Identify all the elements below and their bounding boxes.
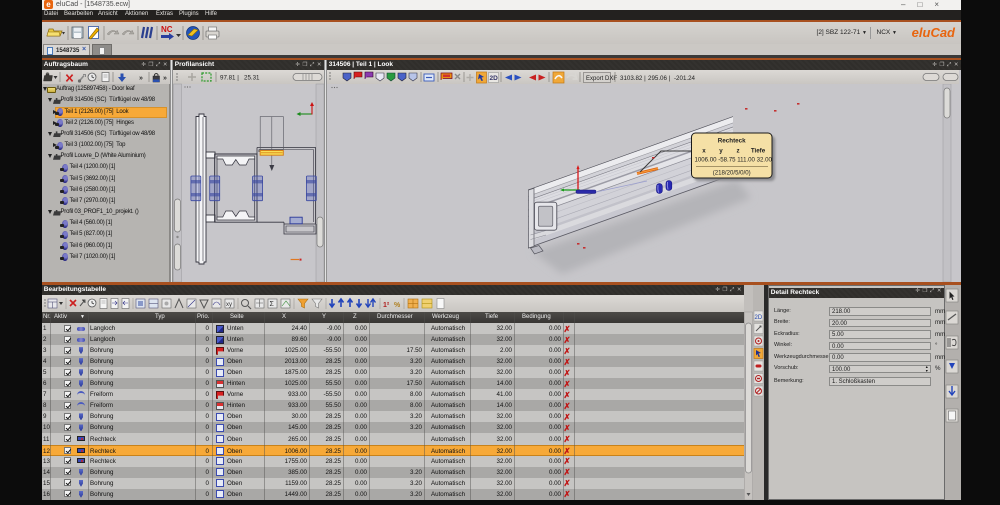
svg-text:3103.82 |: 3103.82 | <box>620 75 646 82</box>
svg-text:2D: 2D <box>490 75 499 82</box>
svg-text:»: » <box>139 75 143 82</box>
svg-text:25.31: 25.31 <box>244 75 260 82</box>
svg-text:1006.00 -58.75 111.00 32.00: 1006.00 -58.75 111.00 32.00 <box>695 157 773 164</box>
svg-text:(218/20/5/0/0): (218/20/5/0/0) <box>713 170 751 177</box>
svg-text:»: » <box>163 75 167 82</box>
svg-text:Tiefe: Tiefe <box>751 148 766 155</box>
svg-text:x: x <box>702 148 706 155</box>
svg-text:Rechteck: Rechteck <box>718 138 746 145</box>
svg-text:y: y <box>719 148 723 155</box>
svg-text:2D: 2D <box>755 315 763 321</box>
svg-text:Export DXF: Export DXF <box>586 76 617 82</box>
svg-text:NC: NC <box>161 25 173 34</box>
svg-text:97.81 |: 97.81 | <box>220 75 239 82</box>
svg-text:z: z <box>736 148 739 155</box>
svg-text:-201.24: -201.24 <box>674 75 696 82</box>
svg-text:295.06 |: 295.06 | <box>648 75 671 82</box>
